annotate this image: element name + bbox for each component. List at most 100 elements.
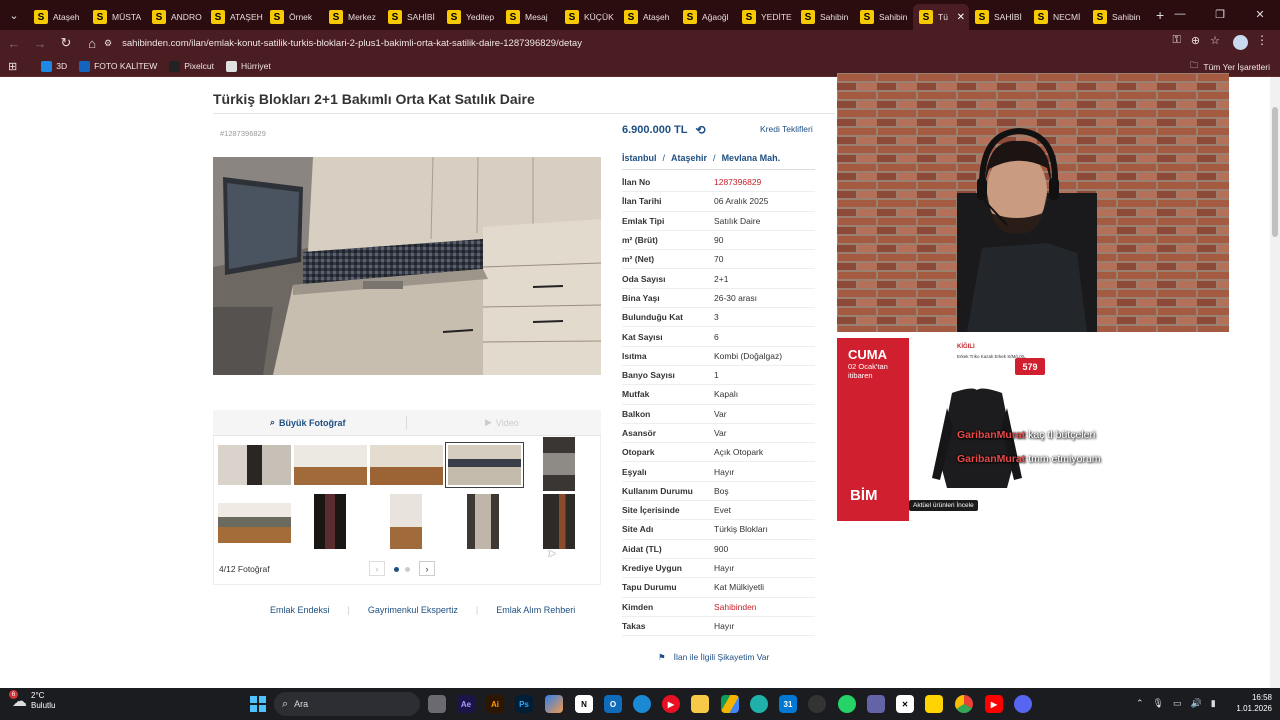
microphone-icon[interactable]: 🎙 <box>1153 698 1164 709</box>
site-info-icon[interactable]: ⚙ <box>104 38 112 49</box>
teams-icon[interactable] <box>867 695 885 713</box>
bookmark-item[interactable]: FOTO KALİTEW <box>79 60 157 72</box>
reload-button[interactable]: ↻ <box>54 35 78 51</box>
copilot-icon[interactable] <box>545 695 563 713</box>
browser-tab[interactable]: S Sahibin <box>854 4 913 30</box>
browser-tab[interactable]: S NECMİ <box>1028 4 1087 30</box>
bookmark-item[interactable]: 3D <box>41 60 67 72</box>
discord-icon[interactable] <box>1014 695 1032 713</box>
credit-offers-link[interactable]: Kredi Teklifleri <box>760 124 813 134</box>
maximize-button[interactable]: ❐ <box>1200 0 1240 28</box>
bookmark-item[interactable]: Hürriyet <box>226 60 271 72</box>
chrome-alt-icon[interactable] <box>750 695 768 713</box>
file-explorer-icon[interactable] <box>691 695 709 713</box>
bookmark-item[interactable]: Pixelcut <box>169 60 214 72</box>
browser-tab[interactable]: S Ağaoğl <box>677 4 736 30</box>
thumbnail-1[interactable] <box>218 445 291 485</box>
google-drive-icon[interactable] <box>721 695 739 713</box>
clock[interactable]: 16:58 1.01.2026 <box>1236 692 1272 714</box>
gallery-next-button[interactable]: › <box>419 561 435 576</box>
link-emlak-endeksi[interactable]: Emlak Endeksi <box>270 605 330 615</box>
link-emlak-alim-rehberi[interactable]: Emlak Alım Rehberi <box>496 605 575 615</box>
breadcrumb-neighborhood[interactable]: Mevlana Mah. <box>722 153 781 163</box>
browser-tab[interactable]: S Mesaj <box>500 4 559 30</box>
price-history-icon[interactable]: ⟲ <box>695 123 705 137</box>
password-key-icon[interactable]: ⚿ <box>1173 34 1181 47</box>
back-button[interactable]: ← <box>2 36 26 51</box>
complaint-link[interactable]: ⚑ İlan ile İlgili Şikayetim Var <box>658 652 769 663</box>
thumbnail-2[interactable] <box>294 445 367 485</box>
weather-widget[interactable]: ☁ 6 2°C Bulutlu <box>9 690 55 711</box>
forward-button[interactable]: → <box>28 36 52 51</box>
browser-tab[interactable]: S Örnek <box>264 4 323 30</box>
thumbnail-10[interactable] <box>543 494 575 549</box>
thumbnail-6[interactable] <box>218 503 291 543</box>
ad-cta-button[interactable]: Aktüel ürünleri İncele <box>909 500 978 511</box>
page-scrollbar[interactable] <box>1270 77 1280 688</box>
home-button[interactable]: ⌂ <box>80 36 104 51</box>
main-listing-photo[interactable] <box>213 157 601 375</box>
chrome-icon[interactable] <box>955 695 973 713</box>
start-button[interactable] <box>250 696 266 712</box>
notion-icon[interactable]: N <box>575 695 593 713</box>
display-icon[interactable]: ▭ <box>1173 698 1182 709</box>
outlook-icon[interactable]: O <box>604 695 622 713</box>
calendar-icon[interactable]: 31 <box>779 695 797 713</box>
after-effects-icon[interactable]: Ae <box>457 695 475 713</box>
browser-tab[interactable]: S SAHİBİ <box>969 4 1028 30</box>
browser-tab[interactable]: S Sahibin <box>795 4 854 30</box>
all-bookmarks-button[interactable]: 🗀 Tüm Yer İşaretleri <box>1190 60 1270 74</box>
attribute-value[interactable]: Sahibinden <box>714 602 757 612</box>
minimize-button[interactable]: — <box>1160 0 1200 28</box>
tab-big-photo[interactable]: ⌕ Büyük Fotoğraf <box>270 417 346 428</box>
thumbnail-4-selected[interactable] <box>445 442 524 488</box>
gallery-dot-active[interactable] <box>394 567 399 572</box>
taskbar-search[interactable]: ⌕ Ara <box>274 692 420 716</box>
zoom-icon[interactable]: ⊕ <box>1191 34 1200 47</box>
task-view-icon[interactable] <box>428 695 446 713</box>
browser-tab[interactable]: S Tü ✕ <box>913 4 969 30</box>
photoshop-icon[interactable]: Ps <box>515 695 533 713</box>
browser-tab[interactable]: S SAHİBİ <box>382 4 441 30</box>
illustrator-icon[interactable]: Ai <box>486 695 504 713</box>
browser-tab[interactable]: S Yeditep <box>441 4 500 30</box>
thumbnail-9[interactable] <box>467 494 499 549</box>
browser-tab[interactable]: S Merkez <box>323 4 382 30</box>
tab-search-button[interactable]: ⌄ <box>0 0 28 30</box>
speaker-icon[interactable]: 🔊 <box>1191 698 1202 709</box>
notes-icon[interactable] <box>925 695 943 713</box>
browser-tab[interactable]: S ANDRO <box>146 4 205 30</box>
thumbnail-5[interactable] <box>543 437 575 491</box>
gallery-dot[interactable] <box>405 567 410 572</box>
browser-tab[interactable]: S ATAŞEH <box>205 4 264 30</box>
bookmark-star-icon[interactable]: ☆ <box>1210 34 1220 47</box>
breadcrumb-city[interactable]: İstanbul <box>622 153 657 163</box>
close-window-button[interactable]: ✕ <box>1240 0 1280 28</box>
apps-grid-icon[interactable]: ⊞ <box>8 60 17 73</box>
tab-video[interactable]: ▶ Video <box>485 417 519 428</box>
media-player-icon[interactable]: ▶ <box>662 695 680 713</box>
thumbnail-7[interactable] <box>314 494 346 549</box>
close-tab-icon[interactable]: ✕ <box>957 12 965 23</box>
browser-tab[interactable]: S YEDİTE <box>736 4 795 30</box>
profile-avatar[interactable] <box>1233 35 1248 50</box>
edge-icon[interactable] <box>633 695 651 713</box>
thumbnail-3[interactable] <box>370 445 443 485</box>
browser-menu-icon[interactable]: ⋮ <box>1256 33 1268 47</box>
browser-tab[interactable]: S KÜÇÜK <box>559 4 618 30</box>
address-bar[interactable]: ⚙ sahibinden.com/ilan/emlak-konut-satili… <box>104 33 1222 53</box>
gallery-prev-button[interactable]: ‹ <box>369 561 385 576</box>
youtube-icon[interactable]: ▶ <box>985 695 1003 713</box>
breadcrumb-district[interactable]: Ataşehir <box>671 153 707 163</box>
chevron-up-icon[interactable]: ⌃ <box>1136 698 1144 709</box>
thumbnail-8[interactable] <box>390 494 422 549</box>
whatsapp-icon[interactable] <box>838 695 856 713</box>
capcut-icon[interactable]: ✕ <box>896 695 914 713</box>
chatgpt-icon[interactable] <box>808 695 826 713</box>
link-gayrimenkul-ekspertiz[interactable]: Gayrimenkul Ekspertiz <box>368 605 458 615</box>
browser-tab[interactable]: S Ataşeh <box>28 4 87 30</box>
scrollbar-thumb[interactable] <box>1272 107 1278 237</box>
browser-tab[interactable]: S Ataşeh <box>618 4 677 30</box>
browser-tab[interactable]: S Sahibin <box>1087 4 1146 30</box>
browser-tab[interactable]: S MÜSTA <box>87 4 146 30</box>
